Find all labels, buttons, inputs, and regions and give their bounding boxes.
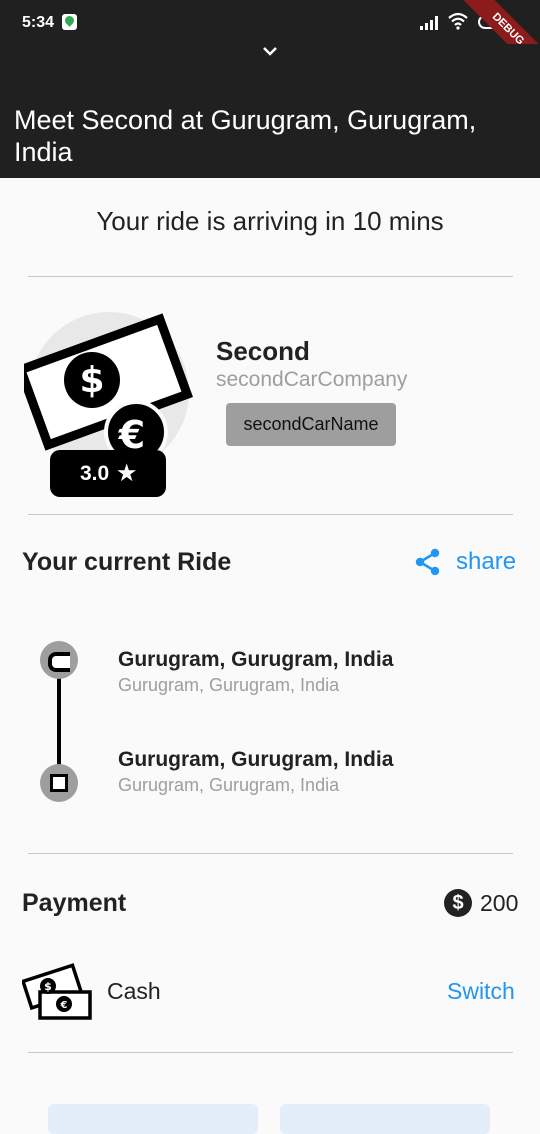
svg-text:€: € — [60, 1000, 68, 1011]
star-icon: ★ — [117, 462, 137, 485]
app-bar: Meet Second at Gurugram, Gurugram, India — [0, 44, 540, 178]
divider — [28, 853, 513, 854]
car-name-chip[interactable]: secondCarName — [226, 403, 396, 446]
pickup-location: Gurugram, Gurugram, India — [118, 648, 394, 671]
signal-icon — [420, 16, 440, 30]
dropoff-marker-icon — [40, 764, 78, 802]
payment-title: Payment — [22, 889, 127, 917]
arrival-status: Your ride is arriving in 10 mins — [96, 206, 444, 236]
fare-value: 200 — [480, 889, 519, 916]
cash-icon: $ € — [22, 963, 92, 1020]
maps-icon — [62, 14, 77, 30]
status-bar: 5:34 — [0, 0, 540, 44]
share-button[interactable]: share — [414, 548, 516, 576]
car-company: secondCarCompany — [216, 368, 408, 391]
route-line — [57, 676, 61, 772]
divider — [28, 514, 513, 515]
fare-amount: $ 200 — [444, 889, 518, 917]
divider — [28, 1052, 513, 1053]
dollar-icon: $ — [444, 889, 472, 917]
page-title: Meet Second at Gurugram, Gurugram, India — [14, 105, 477, 167]
payment-method: Cash — [107, 978, 161, 1004]
switch-payment-button[interactable]: Switch — [447, 978, 515, 1005]
action-button-right[interactable] — [280, 1104, 490, 1134]
dropoff-location-detail: Gurugram, Gurugram, India — [118, 775, 340, 795]
status-time: 5:34 — [22, 14, 55, 31]
divider — [28, 276, 513, 277]
rating-value: 3.0 — [79, 461, 110, 485]
share-icon — [415, 548, 440, 576]
current-ride-title: Your current Ride — [22, 548, 232, 576]
share-label: share — [456, 548, 517, 575]
driver-name: Second — [216, 336, 310, 366]
svg-text:$: $ — [44, 980, 52, 993]
pickup-location-detail: Gurugram, Gurugram, India — [118, 675, 340, 695]
action-button-left[interactable] — [48, 1104, 258, 1134]
svg-text:$: $ — [79, 360, 104, 401]
dropoff-location: Gurugram, Gurugram, India — [118, 748, 394, 771]
chevron-down-icon[interactable] — [262, 44, 278, 58]
wifi-icon — [448, 12, 468, 30]
pickup-marker-icon — [40, 641, 78, 679]
rating-badge: 3.0 ★ — [50, 450, 166, 497]
